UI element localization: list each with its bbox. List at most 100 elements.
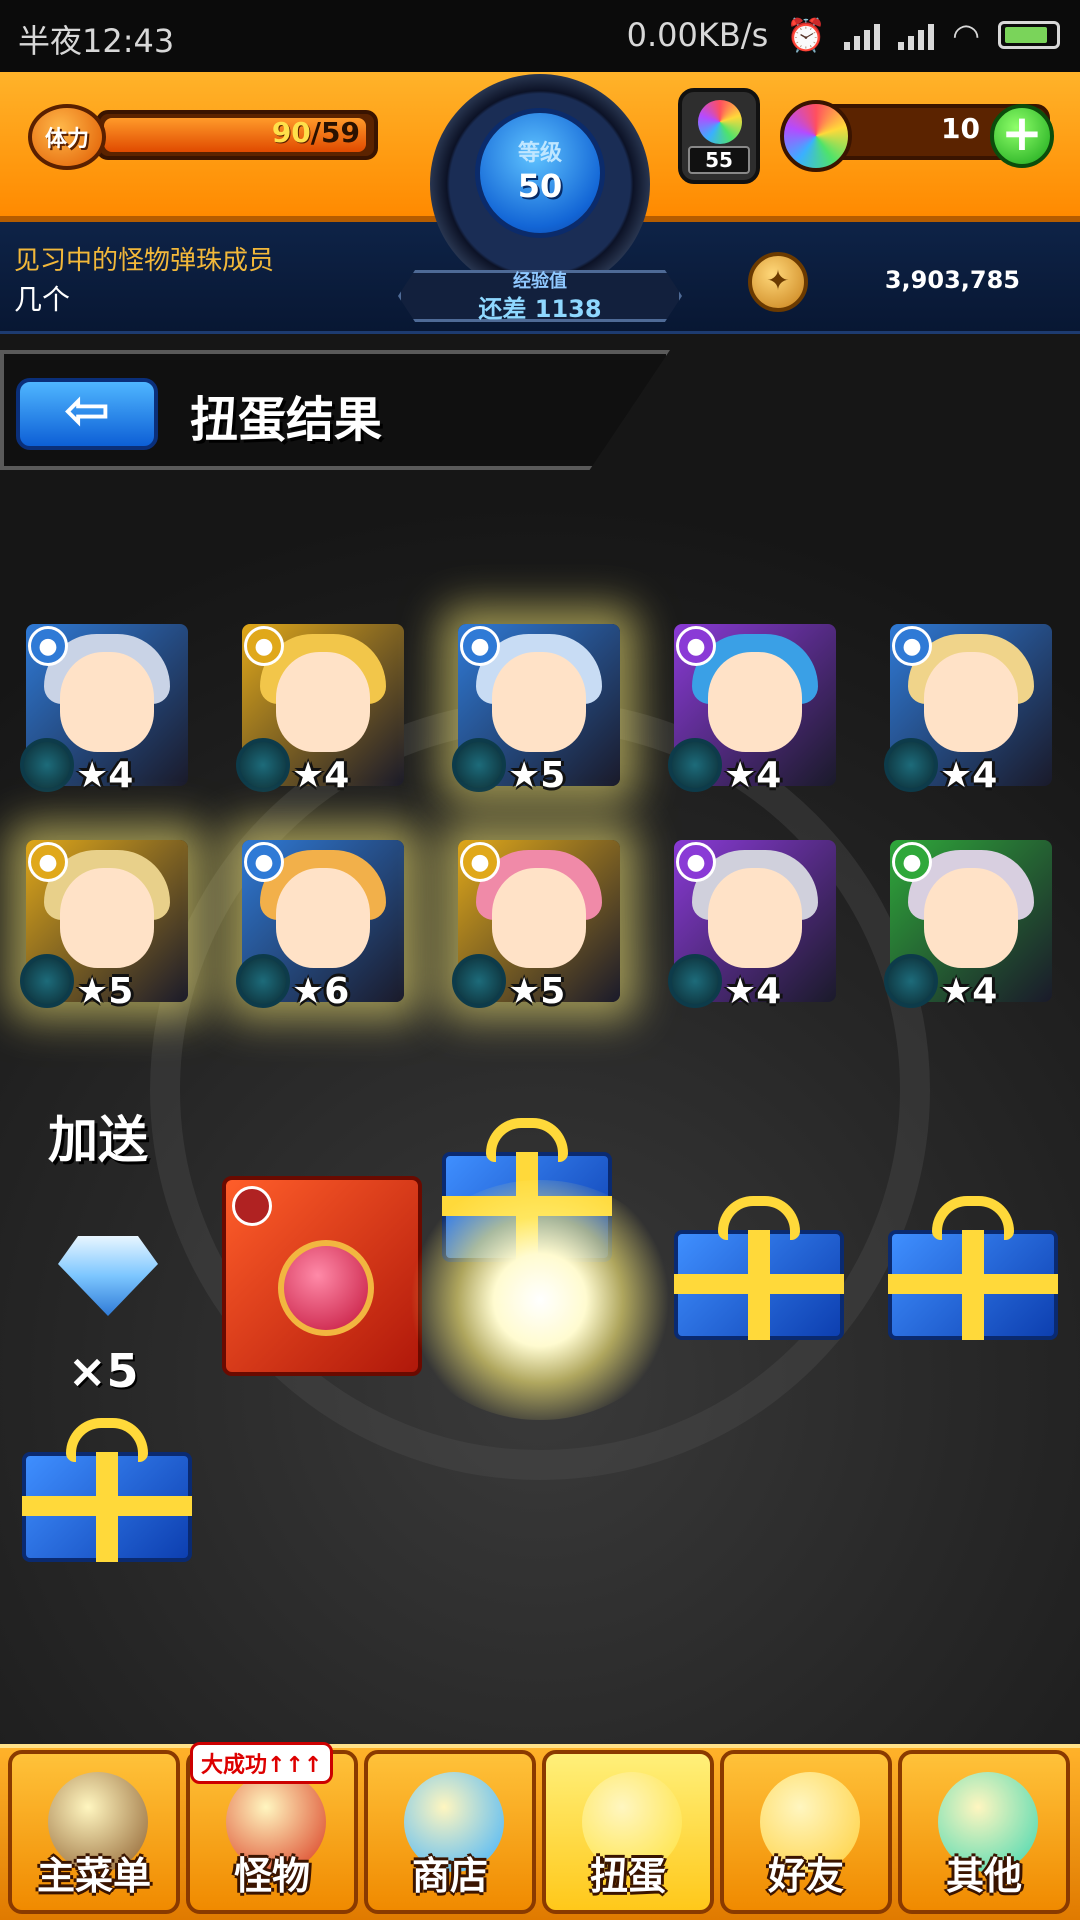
bonus-label: 加送 [48, 1111, 148, 1169]
monster-face [60, 868, 154, 968]
stamina-badge: 体力 [28, 104, 106, 170]
monster-card[interactable]: ● ★4 [668, 624, 836, 796]
monster-face [276, 868, 370, 968]
add-orb-button[interactable]: + [990, 104, 1054, 168]
star-rating: ★4 [940, 755, 998, 796]
rank-title: 见习中的怪物弹珠成员 [14, 246, 275, 276]
nav-label: 好友 [767, 1854, 844, 1898]
network-speed: 0.00KB/s [626, 16, 769, 54]
nav-badge: 大成功↑↑↑ [190, 1742, 334, 1784]
monster-card[interactable]: ● ★6 [236, 840, 404, 1012]
monster-face [492, 868, 586, 968]
star-rating: ★4 [76, 755, 134, 796]
light-burst [400, 1180, 680, 1420]
rainbow-orb-icon [780, 100, 852, 172]
status-icons: 0.00KB/s ⏰ ◠ [627, 16, 1060, 54]
back-button[interactable]: ⇦ [16, 378, 158, 450]
rune-icon [20, 954, 74, 1008]
gift-box-icon[interactable] [888, 1190, 1058, 1340]
fire-element-icon [232, 1186, 272, 1226]
wood-element-icon: ● [892, 842, 932, 882]
light-element-icon: ● [460, 842, 500, 882]
dark-element-icon: ● [676, 626, 716, 666]
monster-card[interactable]: ● ★4 [668, 840, 836, 1012]
nav-label: 主菜单 [36, 1854, 151, 1898]
fire-orb-icon [278, 1240, 374, 1336]
rune-icon [20, 738, 74, 792]
monster-card[interactable]: ● ★4 [884, 624, 1052, 796]
rune-icon [884, 738, 938, 792]
water-element-icon: ● [892, 626, 932, 666]
rune-icon [452, 738, 506, 792]
monster-face [924, 868, 1018, 968]
nav-label: 怪物 [233, 1854, 310, 1898]
coin-count: 3,903,785 [884, 266, 1020, 294]
page-title: 扭蛋结果 [190, 392, 383, 448]
nav-label: 商店 [411, 1854, 488, 1898]
monster-card[interactable]: ● ★5 [452, 840, 620, 1012]
nav-button[interactable]: 扭蛋 [542, 1750, 714, 1914]
nav-button[interactable]: 主菜单 [8, 1750, 180, 1914]
nav-button[interactable]: 好友 [720, 1750, 892, 1914]
monster-face [60, 652, 154, 752]
light-element-icon: ● [244, 626, 284, 666]
monster-face [924, 652, 1018, 752]
star-rating: ★4 [724, 755, 782, 796]
nav-button[interactable]: 商店 [364, 1750, 536, 1914]
star-rating: ★4 [292, 755, 350, 796]
monster-card[interactable]: ● ★4 [20, 624, 188, 796]
monster-face [708, 868, 802, 968]
monster-card[interactable]: ● ★5 [452, 624, 620, 796]
level-value: 50 [517, 167, 563, 205]
wifi-icon: ◠ [952, 16, 980, 54]
monster-card[interactable]: ● ★4 [236, 624, 404, 796]
rune-icon [452, 954, 506, 1008]
rune-icon [668, 738, 722, 792]
orb-flask[interactable]: 55 [678, 88, 760, 184]
star-rating: ★6 [292, 971, 350, 1012]
rune-icon [668, 954, 722, 1008]
monster-face [492, 652, 586, 752]
light-element-icon: ● [28, 842, 68, 882]
star-rating: ★4 [940, 971, 998, 1012]
water-element-icon: ● [244, 842, 284, 882]
stamina-value: 90/59 [271, 116, 360, 149]
status-time: 半夜12:43 [18, 22, 175, 60]
exp-remaining: 还差 1138 [478, 295, 602, 323]
nav-label: 扭蛋 [589, 1854, 666, 1898]
rune-icon [236, 954, 290, 1008]
water-element-icon: ● [460, 626, 500, 666]
level-label: 等级 [517, 141, 562, 166]
star-rating: ★5 [508, 755, 566, 796]
rune-icon [236, 738, 290, 792]
orb-count: 10 [941, 112, 980, 145]
rank-subtitle: 几个 [14, 283, 71, 316]
monster-face [276, 652, 370, 752]
nav-label: 其他 [945, 1854, 1022, 1898]
signal-icon [898, 20, 935, 50]
stamina-bar: 90/59 [96, 110, 378, 160]
star-rating: ★4 [724, 971, 782, 1012]
gift-box-icon[interactable] [22, 1412, 192, 1562]
dark-element-icon: ● [676, 842, 716, 882]
water-element-icon: ● [28, 626, 68, 666]
gift-box-icon[interactable] [674, 1190, 844, 1340]
star-rating: ★5 [76, 971, 134, 1012]
flask-orb-icon [698, 100, 742, 144]
diamond-count: ×5 [68, 1344, 139, 1398]
nav-button[interactable]: 其他 [898, 1750, 1070, 1914]
battery-charging-icon [998, 21, 1060, 49]
signal-icon [844, 20, 881, 50]
alarm-icon: ⏰ [786, 16, 827, 54]
status-bar: 半夜12:43 0.00KB/s ⏰ ◠ [0, 0, 1080, 72]
star-rating: ★5 [508, 971, 566, 1012]
monster-card[interactable]: ● ★4 [884, 840, 1052, 1012]
flask-count: 55 [688, 146, 750, 174]
exp-plate: 经验值 还差 1138 [398, 270, 682, 322]
coin-icon: ✦ [748, 252, 808, 312]
bonus-monster-card[interactable] [222, 1176, 422, 1376]
monster-card[interactable]: ● ★5 [20, 840, 188, 1012]
level-orb[interactable]: 等级 50 [475, 108, 605, 238]
monster-face [708, 652, 802, 752]
rune-icon [884, 954, 938, 1008]
